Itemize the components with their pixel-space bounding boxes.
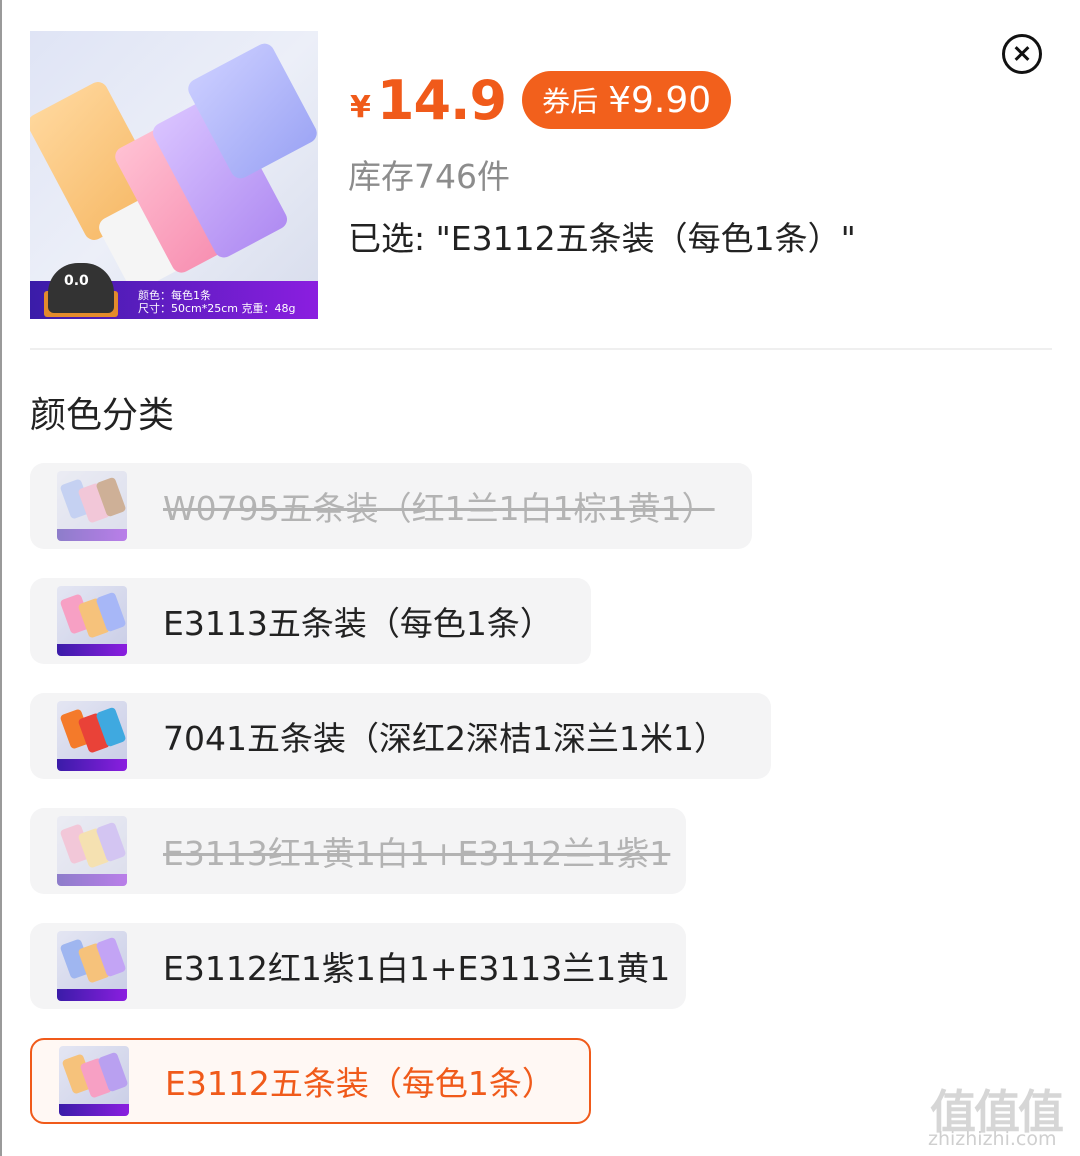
watermark-url: zhizhizhi.com (928, 1128, 1057, 1150)
stock-count: 库存746件 (348, 157, 510, 196)
variant-option-e3113-e3112-mix[interactable]: E3113红1黄1白1+E3112兰1紫1 (30, 808, 686, 894)
variant-thumbnail (57, 816, 127, 886)
price-row: ¥ 14.9 券后 ¥9.90 (350, 68, 732, 132)
thumb-banner (57, 759, 127, 771)
variant-option-w0795[interactable]: W0795五条装（红1兰1白1棕1黄1） (30, 463, 752, 549)
variant-label: E3113五条装（每色1条） (163, 604, 553, 643)
variant-thumbnail (57, 701, 127, 771)
image-spec-line: 颜色：每色1条 (138, 289, 211, 302)
variant-thumbnail (59, 1046, 129, 1116)
screen-edge (0, 0, 2, 1156)
price-value: 14.9 (376, 68, 507, 132)
thumb-banner (57, 529, 127, 541)
coupon-label: 券后 (542, 85, 599, 118)
variant-label: W0795五条装（红1兰1白1棕1黄1） (163, 489, 715, 528)
product-image[interactable]: 0.0 颜色：每色1条 尺寸：50cm*25cm 克重：48g (30, 31, 318, 319)
mascot-face: 0.0 (64, 273, 89, 289)
variant-thumbnail (57, 931, 127, 1001)
variant-label: E3113红1黄1白1+E3112兰1紫1 (163, 834, 671, 873)
selected-variant-text: 已选: "E3112五条装（每色1条）" (348, 219, 856, 258)
variant-label: E3112五条装（每色1条） (165, 1064, 555, 1103)
variant-label: E3112红1紫1白1+E3113兰1黄1 (163, 949, 671, 988)
variant-option-e3112-e3113-mix[interactable]: E3112红1紫1白1+E3113兰1黄1 (30, 923, 686, 1009)
variant-thumbnail (57, 471, 127, 541)
close-icon[interactable] (1002, 34, 1042, 74)
thumb-banner (57, 874, 127, 886)
variant-label: 7041五条装（深红2深桔1深兰1米1） (163, 719, 727, 758)
variant-option-7041[interactable]: 7041五条装（深红2深桔1深兰1米1） (30, 693, 771, 779)
variant-thumbnail (57, 586, 127, 656)
currency-symbol: ¥ (350, 89, 371, 125)
thumb-banner (57, 644, 127, 656)
image-spec-text: 颜色：每色1条 尺寸：50cm*25cm 克重：48g (138, 289, 296, 315)
divider (30, 348, 1052, 350)
image-spec-line: 尺寸：50cm*25cm 克重：48g (138, 302, 296, 315)
thumb-banner (59, 1104, 129, 1116)
coupon-price: ¥9.90 (608, 79, 712, 121)
section-title-color-category: 颜色分类 (30, 395, 175, 436)
variant-option-e3112-selected[interactable]: E3112五条装（每色1条） (30, 1038, 591, 1124)
thumb-banner (57, 989, 127, 1001)
variant-option-e3113[interactable]: E3113五条装（每色1条） (30, 578, 591, 664)
coupon-price-badge: 券后 ¥9.90 (522, 71, 732, 129)
